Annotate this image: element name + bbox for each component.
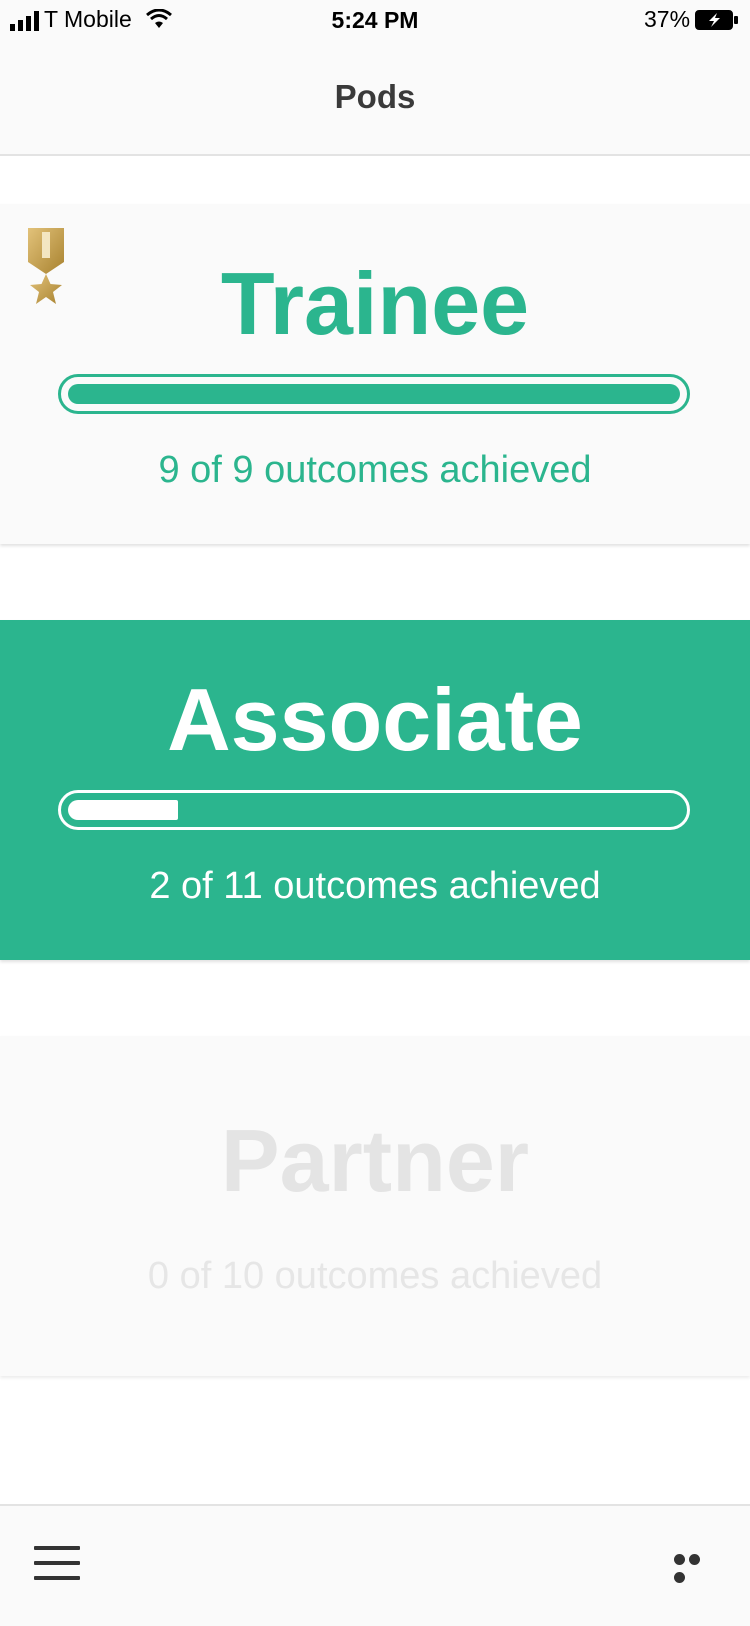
- pod-outcomes-caption: 9 of 9 outcomes achieved: [158, 449, 592, 491]
- pod-card-trainee[interactable]: Trainee 9 of 9 outcomes achieved: [0, 204, 750, 544]
- hamburger-menu-icon[interactable]: [34, 1546, 80, 1584]
- pod-progress-bar: [58, 374, 690, 414]
- pod-title: Associate: [167, 670, 583, 769]
- pod-card-partner[interactable]: Partner 0 of 10 outcomes achieved: [0, 1036, 750, 1376]
- pod-progress-fill: [68, 384, 680, 404]
- pod-outcomes-caption: 2 of 11 outcomes achieved: [149, 865, 601, 907]
- status-bar: T Mobile 5:24 PM 37%: [0, 0, 750, 40]
- pod-title: Trainee: [220, 254, 530, 353]
- status-time: 5:24 PM: [331, 7, 419, 33]
- pod-title: Partner: [220, 1111, 530, 1210]
- battery-charging-icon: [695, 10, 738, 30]
- battery-percentage: 37%: [644, 6, 691, 32]
- pod-progress-fill: [68, 800, 179, 820]
- page-title: Pods: [334, 78, 416, 115]
- pod-outcomes-caption: 0 of 10 outcomes achieved: [147, 1255, 603, 1297]
- more-dots-icon[interactable]: [674, 1552, 718, 1583]
- bottom-toolbar: [0, 1504, 750, 1626]
- pod-card-associate[interactable]: Associate 2 of 11 outcomes achieved: [0, 620, 750, 960]
- navigation-bar: Pods: [0, 40, 750, 156]
- pod-progress-bar: [58, 790, 690, 830]
